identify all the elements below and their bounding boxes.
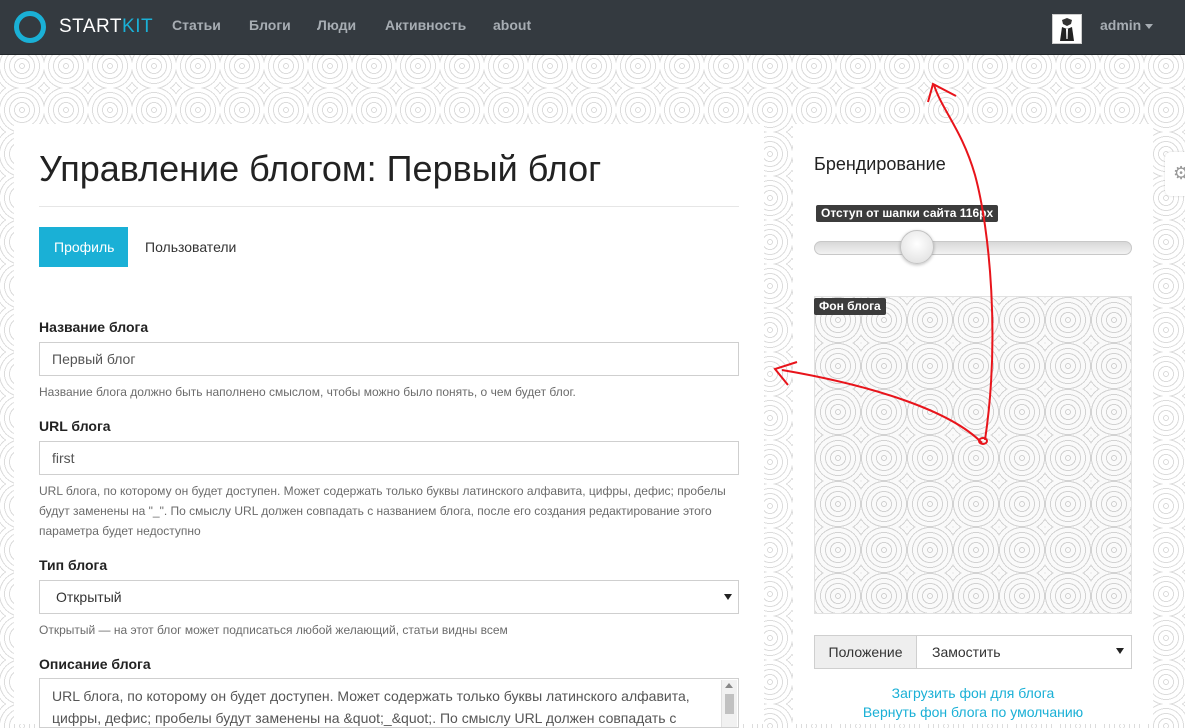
textarea-scrollbar[interactable] (721, 680, 737, 727)
user-avatar-icon[interactable] (1052, 14, 1082, 44)
dropdown-arrow-icon (1116, 648, 1124, 654)
blog-url-input[interactable]: first (39, 441, 739, 475)
blog-name-label: Название блога (39, 319, 149, 335)
brand-name[interactable]: STARTKIT (59, 16, 153, 38)
title-divider (39, 206, 739, 207)
blog-background-preview[interactable] (814, 296, 1132, 614)
scroll-thumb[interactable] (725, 694, 734, 714)
nav-link-people[interactable]: Люди (317, 17, 356, 33)
background-position-value: Замостить (932, 644, 1001, 660)
scroll-up-arrow-icon[interactable] (725, 683, 733, 688)
brand-logo-icon[interactable] (14, 11, 46, 43)
blog-description-label: Описание блога (39, 656, 151, 672)
background-position-select[interactable]: Замостить (916, 636, 1131, 668)
blog-description-value: URL блога, по которому он будет доступен… (52, 688, 690, 726)
blog-name-input[interactable]: Первый блог (39, 342, 739, 376)
dropdown-arrow-icon (724, 594, 732, 600)
nav-link-activity[interactable]: Активность (385, 17, 466, 33)
tab-users[interactable]: Пользователи (130, 227, 251, 267)
blog-type-value: Открытый (56, 589, 122, 605)
blog-type-label: Тип блога (39, 557, 108, 573)
blog-description-textarea[interactable]: URL блога, по которому он будет доступен… (39, 678, 739, 728)
blog-settings-panel: Управление блогом: Первый блог Профиль П… (14, 124, 764, 728)
header-offset-badge: Отступ от шапки сайта 116px (816, 205, 999, 222)
annotation-arrowhead-header (927, 82, 957, 103)
background-position-label: Положение (815, 636, 917, 668)
nav-link-articles[interactable]: Статьи (172, 17, 221, 33)
upload-background-link[interactable]: Загрузить фон для блога (814, 685, 1132, 701)
top-navbar: STARTKIT Статьи Блоги Люди Активность ab… (0, 0, 1185, 55)
nav-link-about[interactable]: about (493, 17, 531, 33)
background-position-group: Положение Замостить (814, 635, 1132, 669)
reset-background-link[interactable]: Вернуть фон блога по умолчанию (814, 704, 1132, 720)
page-title: Управление блогом: Первый блог (39, 148, 602, 189)
chevron-down-icon[interactable] (1145, 24, 1153, 29)
branding-title: Брендирование (814, 154, 946, 174)
settings-panel-toggle[interactable]: ⚙ (1165, 152, 1185, 196)
header-offset-slider-handle[interactable] (900, 230, 934, 264)
branding-sidebar: Брендирование Отступ от шапки сайта 116p… (793, 124, 1153, 724)
user-menu-name[interactable]: admin (1100, 17, 1141, 33)
gear-icon: ⚙ (1173, 163, 1185, 183)
blog-name-hint: Название блога должно быть наполнено смы… (39, 385, 576, 399)
blog-background-badge: Фон блога (814, 298, 886, 315)
header-offset-slider[interactable] (814, 241, 1132, 255)
blog-url-label: URL блога (39, 418, 111, 434)
blog-type-hint: Открытый — на этот блог может подписатьс… (39, 623, 508, 637)
blog-type-select[interactable]: Открытый (39, 580, 739, 614)
nav-link-blogs[interactable]: Блоги (249, 17, 291, 33)
tab-profile[interactable]: Профиль (39, 227, 128, 267)
blog-url-hint: URL блога, по которому он будет доступен… (39, 484, 726, 538)
